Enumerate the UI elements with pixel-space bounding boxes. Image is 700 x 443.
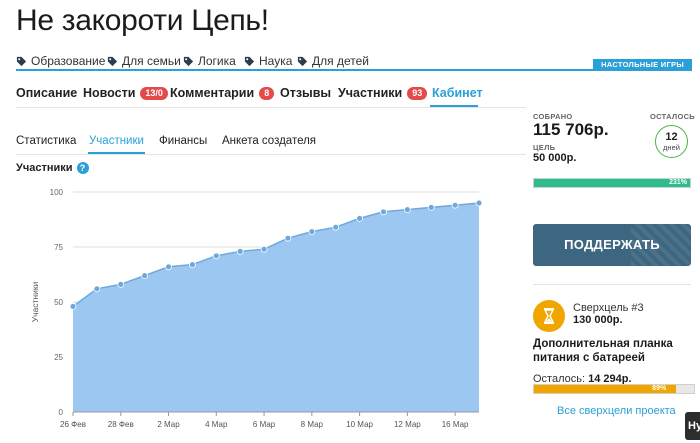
data-point — [212, 252, 220, 260]
tab-label: Участники — [338, 86, 403, 100]
data-point — [332, 223, 340, 231]
tab-label: Кабинет — [432, 86, 483, 100]
tab-label: Описание — [16, 86, 78, 100]
tag-label: Наука — [259, 54, 293, 68]
tabs-divider — [16, 107, 526, 108]
tab-label: Новости — [83, 86, 136, 100]
data-point — [427, 203, 435, 211]
tab-cabinet[interactable]: Кабинет — [432, 86, 483, 100]
tag-education[interactable]: Образование — [16, 54, 105, 68]
tab-comments[interactable]: Комментарии 8 — [170, 86, 275, 100]
count-badge: 93 — [407, 86, 428, 100]
tag-icon — [244, 56, 255, 66]
tab-description[interactable]: Описание — [16, 86, 77, 100]
data-point — [141, 272, 149, 279]
y-tick-label: 100 — [50, 188, 64, 197]
data-point — [117, 281, 125, 288]
chart-title: Участники — [16, 162, 73, 174]
tag-logic[interactable]: Логика — [183, 54, 236, 68]
y-tick-label: 75 — [54, 243, 63, 252]
tab-participants[interactable]: Участники 93 — [338, 86, 428, 100]
data-point — [284, 234, 292, 242]
y-axis-label: Участники — [30, 281, 40, 322]
hourglass-icon — [533, 300, 565, 332]
count-badge: 8 — [259, 86, 275, 100]
subtab-creator-form[interactable]: Анкета создателя — [222, 135, 316, 147]
x-tick-label: 26 Фев — [60, 420, 86, 429]
data-point — [93, 285, 101, 293]
days-left-circle: 12 дней — [655, 125, 688, 158]
category-badge[interactable]: НАСТОЛЬНЫЕ ИГРЫ — [593, 59, 692, 71]
series-area — [73, 203, 479, 412]
tag-label: Для семьи — [122, 54, 181, 68]
x-tick-label: 12 Мар — [394, 420, 421, 429]
tab-label: Отзывы — [280, 86, 332, 100]
data-point — [165, 263, 172, 271]
stretch-progress-bar: 89% — [533, 384, 695, 394]
sidebar-divider — [533, 284, 691, 285]
data-point — [403, 206, 411, 214]
help-icon[interactable]: ? — [76, 162, 89, 174]
subtab-statistics[interactable]: Статистика — [16, 135, 76, 147]
tag-bar: Образование Для семьи Логика Наука Для д… — [16, 53, 692, 71]
tag-icon — [107, 56, 118, 66]
corner-button[interactable]: Ну — [685, 412, 700, 440]
data-point — [189, 261, 196, 268]
tag-science[interactable]: Наука — [244, 54, 292, 68]
x-tick-label: 4 Мар — [205, 420, 228, 429]
stretch-goal-title: Сверхцель #3 — [573, 302, 644, 314]
tab-news[interactable]: Новости 13/0 — [83, 86, 168, 100]
x-tick-label: 2 Мар — [157, 420, 180, 429]
data-point — [451, 201, 459, 209]
goal-amount: 50 000р. — [533, 152, 577, 164]
support-button[interactable]: ПОДДЕРЖАТЬ — [533, 224, 691, 266]
subtab-finances[interactable]: Финансы — [159, 135, 207, 147]
tag-family[interactable]: Для семьи — [107, 54, 181, 68]
collected-amount: 115 706р. — [533, 120, 609, 139]
stretch-goal-amount: 130 000р. — [573, 314, 623, 326]
tag-label: Образование — [31, 54, 106, 68]
y-tick-label: 0 — [59, 408, 64, 417]
x-tick-label: 16 Мар — [442, 420, 469, 429]
days-left-number: 12 — [665, 131, 678, 143]
data-point — [380, 208, 387, 216]
remaining-label: ОСТАЛОСЬ — [650, 112, 695, 121]
chart-header: Участники ? — [16, 162, 89, 174]
tag-label: Логика — [198, 54, 236, 68]
x-tick-label: 28 Фев — [108, 420, 134, 429]
subtab-participants[interactable]: Участники — [89, 135, 144, 147]
tag-icon — [16, 56, 27, 66]
tab-reviews[interactable]: Отзывы — [280, 86, 331, 100]
tab-label: Комментарии — [170, 86, 255, 100]
y-tick-label: 50 — [54, 298, 63, 307]
tag-icon — [297, 56, 308, 66]
tag-icon — [183, 56, 194, 66]
y-tick-label: 25 — [54, 353, 63, 362]
data-point — [260, 245, 268, 253]
tag-kids[interactable]: Для детей — [297, 54, 369, 68]
funding-percent: 231% — [669, 179, 687, 186]
funding-progress-bar: 231% — [533, 178, 691, 188]
x-tick-label: 10 Мар — [346, 420, 373, 429]
funding-progress-fill — [534, 179, 690, 187]
stretch-goal-name: Дополнительная планка питания с батареей — [533, 338, 673, 364]
all-stretch-goals-link[interactable]: Все сверхцели проекта — [557, 405, 676, 417]
x-tick-label: 6 Мар — [253, 420, 276, 429]
data-point — [69, 303, 77, 310]
stretch-percent: 89% — [652, 385, 667, 392]
data-point — [475, 199, 483, 207]
data-point — [236, 248, 244, 255]
tag-label: Для детей — [312, 54, 369, 68]
goal-label: ЦЕЛЬ — [533, 143, 556, 152]
participants-chart: 0 25 50 75 100 26 Фев 28 Фев 2 Мар 4 Мар 6 Мар 8 М… — [30, 188, 483, 429]
data-point — [308, 228, 316, 235]
count-badge: 13/0 — [140, 86, 168, 100]
subtabs-divider — [16, 154, 526, 155]
x-tick-label: 8 Мар — [301, 420, 324, 429]
data-point — [356, 215, 363, 222]
page-title: Не закороти Цепь! — [16, 4, 269, 37]
days-left-label: дней — [663, 143, 680, 152]
